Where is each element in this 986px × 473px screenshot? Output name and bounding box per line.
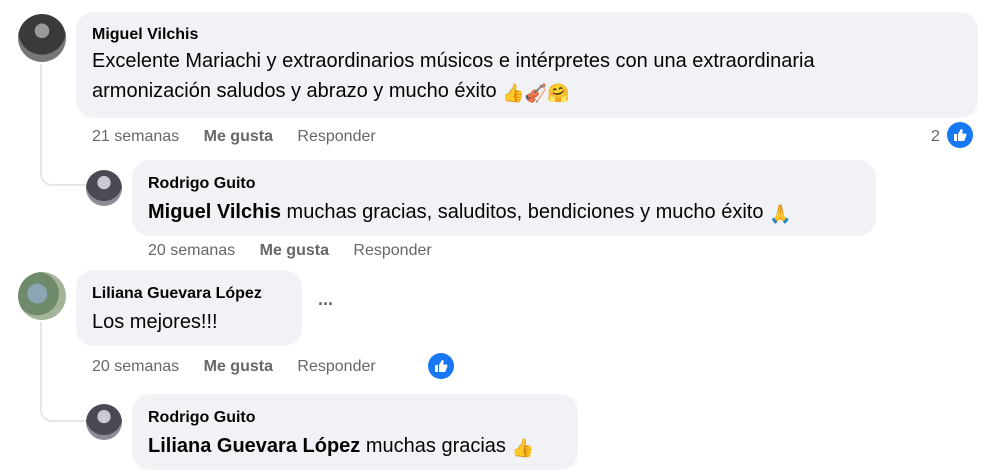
reply-button[interactable]: Responder	[297, 128, 375, 145]
comment-author[interactable]: Miguel Vilchis	[92, 26, 198, 44]
reply-meta: 20 semanas Me gusta Responder	[148, 242, 432, 260]
comment-meta: 20 semanas Me gusta Responder	[92, 358, 376, 376]
mention-link[interactable]: Miguel Vilchis	[148, 201, 281, 223]
comment-text: Los mejores!!!	[92, 311, 218, 333]
thread-connector-line	[40, 64, 86, 186]
reply-button[interactable]: Responder	[297, 358, 375, 375]
like-button[interactable]: Me gusta	[260, 242, 329, 259]
comment-text-line1: Excelente Mariachi y extraordinarios mús…	[92, 50, 815, 72]
thumbs-up-emoji-icon: 👍	[511, 438, 534, 458]
avatar-liliana-guevara[interactable]	[18, 272, 66, 320]
mention-link[interactable]: Liliana Guevara López	[148, 435, 360, 457]
comment-author[interactable]: Liliana Guevara López	[92, 285, 262, 303]
comment-text: Excelente Mariachi y extraordinarios mús…	[92, 46, 972, 108]
thread-connector-line	[40, 322, 86, 422]
reply-timestamp[interactable]: 20 semanas	[148, 242, 235, 259]
reply-text-content: muchas gracias, saluditos, bendiciones y…	[281, 201, 764, 223]
comment-text-line2: armonización saludos y abrazo y mucho éx…	[92, 76, 972, 108]
reaction-count[interactable]: 2	[931, 128, 940, 146]
hugging-face-emoji-icon: 🤗	[547, 83, 570, 103]
like-button[interactable]: Me gusta	[204, 128, 273, 145]
comment-text-line2-content: armonización saludos y abrazo y mucho éx…	[92, 80, 497, 102]
praying-hands-emoji-icon: 🙏	[769, 204, 792, 224]
comment-timestamp[interactable]: 20 semanas	[92, 358, 179, 375]
reply-button[interactable]: Responder	[353, 242, 431, 259]
thumbs-up-emoji-icon: 👍	[502, 83, 525, 103]
avatar-miguel-vilchis[interactable]	[18, 14, 66, 62]
reply-text-content: muchas gracias	[360, 435, 506, 457]
reply-author[interactable]: Rodrigo Guito	[148, 409, 256, 427]
more-options-button[interactable]: ···	[318, 294, 334, 315]
reply-text: Liliana Guevara López muchas gracias 👍	[148, 431, 534, 463]
avatar-rodrigo-guito[interactable]	[86, 404, 122, 440]
like-reaction-icon[interactable]	[428, 353, 454, 379]
avatar-rodrigo-guito[interactable]	[86, 170, 122, 206]
comment-meta: 21 semanas Me gusta Responder	[92, 128, 376, 146]
violin-emoji-icon: 🎻	[524, 83, 548, 103]
like-button[interactable]: Me gusta	[204, 358, 273, 375]
reply-author[interactable]: Rodrigo Guito	[148, 175, 256, 193]
reply-text: Miguel Vilchis muchas gracias, saluditos…	[148, 197, 791, 229]
comment-timestamp[interactable]: 21 semanas	[92, 128, 179, 145]
like-reaction-icon[interactable]	[947, 122, 973, 148]
